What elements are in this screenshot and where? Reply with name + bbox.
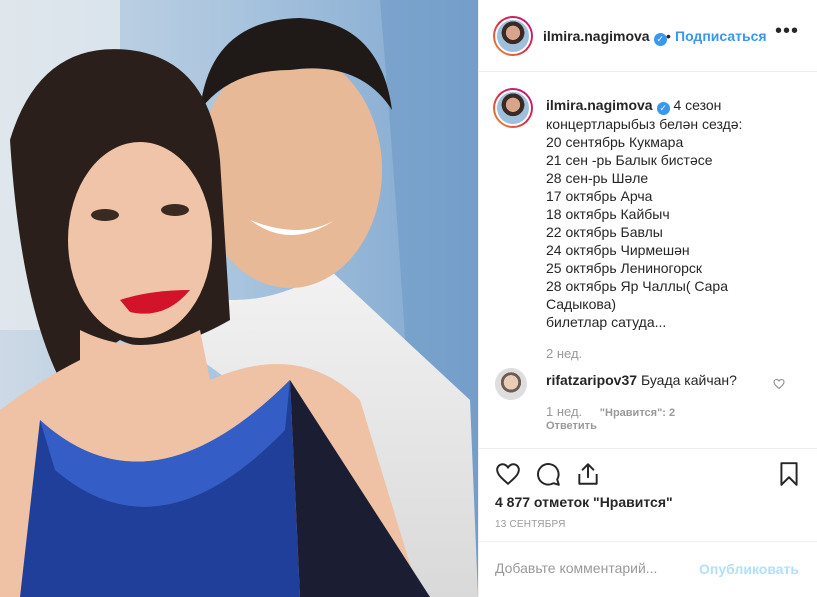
more-icon[interactable]: •••: [775, 20, 799, 43]
comment-likes[interactable]: "Нравится": 2: [600, 407, 675, 419]
comment-text: Буада кайчан?: [640, 372, 737, 388]
caption-line: концертларыбыз белән сездә:: [546, 116, 743, 132]
post-photo[interactable]: [0, 0, 478, 597]
caption-line: 28 сен-рь Шәле: [546, 170, 649, 186]
comment-time[interactable]: 1 нед.: [546, 404, 582, 419]
caption-username[interactable]: ilmira.nagimova: [546, 97, 653, 113]
verified-icon: ✓: [653, 33, 667, 46]
separator-dot: •: [666, 28, 671, 44]
verified-icon: ✓: [656, 102, 670, 115]
caption-avatar[interactable]: [493, 88, 533, 128]
comment-meta: 1 нед. "Нравится": 2: [546, 404, 675, 419]
comment-item: rifatzaripov37 Буада кайчан?: [546, 372, 737, 388]
comment-username[interactable]: rifatzaripov37: [546, 372, 637, 388]
share-icon[interactable]: [575, 461, 601, 487]
reply-button[interactable]: Ответить: [546, 420, 597, 432]
post-header: ilmira.nagimova ✓ • Подписаться •••: [479, 0, 817, 72]
caption-line: 28 октябрь Яр Чаллы( Сара: [546, 278, 728, 294]
author-avatar[interactable]: [493, 16, 533, 56]
caption-line: 24 октябрь Чирмешән: [546, 242, 690, 258]
add-comment-bar: Опубликовать: [479, 541, 817, 597]
caption-line: 22 октябрь Бавлы: [546, 224, 663, 240]
comment-input[interactable]: [495, 560, 685, 576]
photo-illustration: [0, 0, 478, 597]
comments-area[interactable]: ilmira.nagimova ✓ 4 сезон концертларыбыз …: [479, 72, 817, 448]
commenter-avatar[interactable]: [495, 368, 527, 400]
author-username[interactable]: ilmira.nagimova ✓: [543, 28, 667, 46]
bookmark-icon[interactable]: [776, 461, 802, 487]
caption-line: билетлар сатуда...: [546, 314, 667, 330]
comment-like-heart-icon[interactable]: [773, 378, 785, 390]
caption-line: 21 сен -рь Балык бистәсе: [546, 152, 713, 168]
comment-icon[interactable]: [535, 461, 561, 487]
likes-count[interactable]: 4 877 отметок "Нравится": [495, 494, 673, 510]
caption-line: Садыкова): [546, 296, 617, 312]
caption-line: 20 сентябрь Кукмара: [546, 134, 684, 150]
caption-line: 17 октябрь Арча: [546, 188, 653, 204]
publish-button[interactable]: Опубликовать: [699, 561, 799, 577]
caption-line: 18 октябрь Кайбыч: [546, 206, 670, 222]
caption-time[interactable]: 2 нед.: [546, 346, 582, 361]
post-caption: ilmira.nagimova ✓ 4 сезон концертларыбыз …: [546, 96, 801, 331]
heart-icon[interactable]: [495, 461, 521, 487]
post-panel: ilmira.nagimova ✓ • Подписаться ••• ilmir…: [478, 0, 817, 597]
action-bar: [479, 448, 817, 498]
post-date[interactable]: 13 СЕНТЯБРЯ: [495, 519, 566, 530]
caption-line: 25 октябрь Лениногорск: [546, 260, 703, 276]
caption-first-text: 4 сезон: [673, 97, 722, 113]
author-username-text[interactable]: ilmira.nagimova: [543, 28, 650, 44]
follow-button[interactable]: Подписаться: [675, 28, 767, 44]
